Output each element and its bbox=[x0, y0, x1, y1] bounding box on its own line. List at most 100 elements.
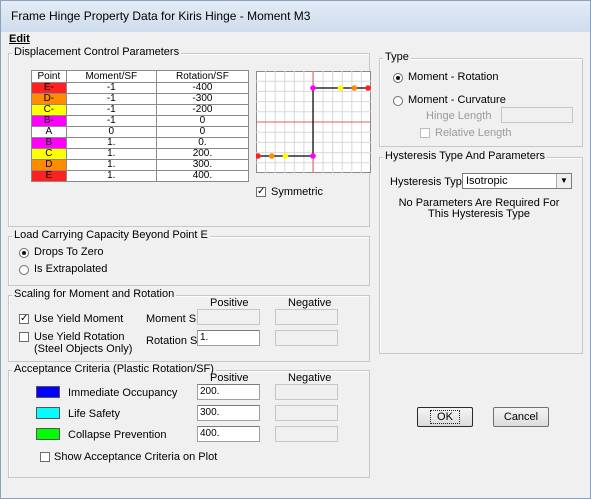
moment-rotation-radio[interactable] bbox=[393, 73, 403, 83]
check-icon: ✓ bbox=[20, 313, 29, 324]
col-moment: Moment/SF bbox=[65, 70, 157, 83]
moment-cell[interactable]: -1 bbox=[65, 115, 157, 127]
hysteresis-type-label: Hysteresis Type bbox=[390, 176, 469, 188]
rotation-cell[interactable]: 300. bbox=[155, 159, 250, 171]
hinge-property-dialog: Frame Hinge Property Data for Kiris Hing… bbox=[0, 0, 591, 499]
rotation-cell[interactable]: -300 bbox=[155, 93, 250, 105]
use-yield-rotation-checkbox[interactable] bbox=[19, 332, 29, 342]
symmetric-label: Symmetric bbox=[271, 186, 323, 198]
dialog-client: Displacement Control Parameters Point Mo… bbox=[5, 46, 588, 494]
moment-cell[interactable]: -1 bbox=[65, 93, 157, 105]
check-icon: ✓ bbox=[257, 186, 266, 197]
plot-point-C bbox=[337, 85, 344, 91]
point-cell: D- bbox=[31, 93, 67, 105]
immediate-occupancy-negative-field[interactable] bbox=[275, 384, 338, 400]
title-bar: Frame Hinge Property Data for Kiris Hing… bbox=[1, 1, 590, 32]
immediate-occupancy-positive-field[interactable]: 200. bbox=[197, 384, 260, 400]
collapse-prevention-negative-field[interactable] bbox=[275, 426, 338, 442]
life-safety-negative-field[interactable] bbox=[275, 405, 338, 421]
moment-cell[interactable]: 1. bbox=[65, 137, 157, 149]
rotation-cell[interactable]: -200 bbox=[155, 104, 250, 116]
acceptance-label: Acceptance Criteria (Plastic Rotation/SF… bbox=[12, 363, 216, 375]
moment-cell[interactable]: 0 bbox=[65, 126, 157, 138]
immediate-occupancy-label: Immediate Occupancy bbox=[68, 387, 178, 399]
rotation-sf-label: Rotation SF bbox=[146, 335, 205, 347]
type-label: Type bbox=[383, 51, 411, 63]
collapse-prevention-positive-field[interactable]: 400. bbox=[197, 426, 260, 442]
extrapolated-label: Is Extrapolated bbox=[34, 263, 108, 275]
moment-sf-negative-field[interactable] bbox=[275, 309, 338, 325]
moment-cell[interactable]: 1. bbox=[65, 170, 157, 182]
table-row[interactable]: B- -1 0 bbox=[31, 115, 250, 127]
life-safety-positive-field[interactable]: 300. bbox=[197, 405, 260, 421]
menu-edit[interactable]: Edit bbox=[9, 33, 30, 45]
rotation-cell[interactable]: 0. bbox=[155, 137, 250, 149]
load-capacity-group bbox=[8, 236, 370, 286]
point-cell: B bbox=[31, 137, 67, 149]
table-row[interactable]: C 1. 200. bbox=[31, 148, 250, 160]
life-safety-swatch[interactable] bbox=[36, 407, 60, 419]
chevron-down-icon[interactable]: ▼ bbox=[556, 174, 571, 188]
plot-point-Dneg bbox=[268, 153, 275, 159]
ok-button-label: OK bbox=[430, 410, 460, 424]
moment-sf-positive-field[interactable] bbox=[197, 309, 260, 325]
rotation-cell[interactable]: -400 bbox=[155, 82, 250, 94]
relative-length-checkbox[interactable] bbox=[420, 128, 430, 138]
rotation-cell[interactable]: 200. bbox=[155, 148, 250, 160]
col-point: Point bbox=[31, 70, 67, 83]
moment-sf-label: Moment SF bbox=[146, 313, 203, 325]
drops-to-zero-radio[interactable] bbox=[19, 248, 29, 258]
acceptance-positive-header: Positive bbox=[210, 372, 249, 384]
scaling-negative-header: Negative bbox=[288, 297, 332, 309]
hinge-plot bbox=[256, 71, 371, 173]
show-on-plot-checkbox[interactable] bbox=[40, 452, 50, 462]
plot-point-Cneg bbox=[282, 153, 289, 159]
plot-point-Bneg bbox=[310, 153, 316, 159]
cancel-button[interactable]: Cancel bbox=[493, 407, 549, 427]
points-table[interactable]: Point Moment/SF Rotation/SF E- -1 -400 D- -1… bbox=[31, 70, 250, 182]
immediate-occupancy-swatch[interactable] bbox=[36, 386, 60, 398]
hinge-length-label: Hinge Length bbox=[426, 110, 492, 122]
moment-cell[interactable]: 1. bbox=[65, 148, 157, 160]
table-row[interactable]: E 1. 400. bbox=[31, 170, 250, 182]
hinge-length-field[interactable] bbox=[501, 107, 573, 123]
life-safety-label: Life Safety bbox=[68, 408, 120, 420]
point-cell: C bbox=[31, 148, 67, 160]
table-row[interactable]: D 1. 300. bbox=[31, 159, 250, 171]
point-cell: E bbox=[31, 170, 67, 182]
plot-point-E bbox=[365, 85, 371, 91]
moment-curvature-radio[interactable] bbox=[393, 96, 403, 106]
load-capacity-label: Load Carrying Capacity Beyond Point E bbox=[12, 229, 210, 241]
scaling-label: Scaling for Moment and Rotation bbox=[12, 288, 177, 300]
displacement-group-label: Displacement Control Parameters bbox=[12, 46, 182, 58]
table-row[interactable]: E- -1 -400 bbox=[31, 82, 250, 94]
plot-point-B bbox=[310, 85, 316, 91]
acceptance-negative-header: Negative bbox=[288, 372, 332, 384]
use-yield-moment-checkbox[interactable]: ✓ bbox=[19, 314, 29, 324]
moment-cell[interactable]: -1 bbox=[65, 104, 157, 116]
point-cell: A bbox=[31, 126, 67, 138]
rotation-cell[interactable]: 400. bbox=[155, 170, 250, 182]
moment-cell[interactable]: -1 bbox=[65, 82, 157, 94]
hysteresis-type-select[interactable]: Isotropic ▼ bbox=[462, 173, 572, 189]
ok-button[interactable]: OK bbox=[417, 407, 473, 427]
rotation-cell[interactable]: 0 bbox=[155, 115, 250, 127]
extrapolated-radio[interactable] bbox=[19, 265, 29, 275]
point-cell: C- bbox=[31, 104, 67, 116]
collapse-prevention-swatch[interactable] bbox=[36, 428, 60, 440]
rotation-sf-negative-field[interactable] bbox=[275, 330, 338, 346]
table-row[interactable]: C- -1 -200 bbox=[31, 104, 250, 116]
rotation-sf-positive-field[interactable]: 1. bbox=[197, 330, 260, 346]
menu-bar: Edit bbox=[1, 32, 590, 46]
steel-objects-only-label: (Steel Objects Only) bbox=[34, 343, 133, 355]
moment-rotation-label: Moment - Rotation bbox=[408, 71, 499, 83]
symmetric-checkbox[interactable]: ✓ bbox=[256, 187, 266, 197]
table-row[interactable]: B 1. 0. bbox=[31, 137, 250, 149]
relative-length-label: Relative Length bbox=[435, 127, 512, 139]
table-row[interactable]: A00 bbox=[31, 126, 250, 138]
plot-point-D bbox=[351, 85, 358, 91]
moment-cell[interactable]: 1. bbox=[65, 159, 157, 171]
rotation-cell[interactable]: 0 bbox=[155, 126, 250, 138]
hysteresis-label: Hysteresis Type And Parameters bbox=[383, 150, 547, 162]
table-row[interactable]: D- -1 -300 bbox=[31, 93, 250, 105]
